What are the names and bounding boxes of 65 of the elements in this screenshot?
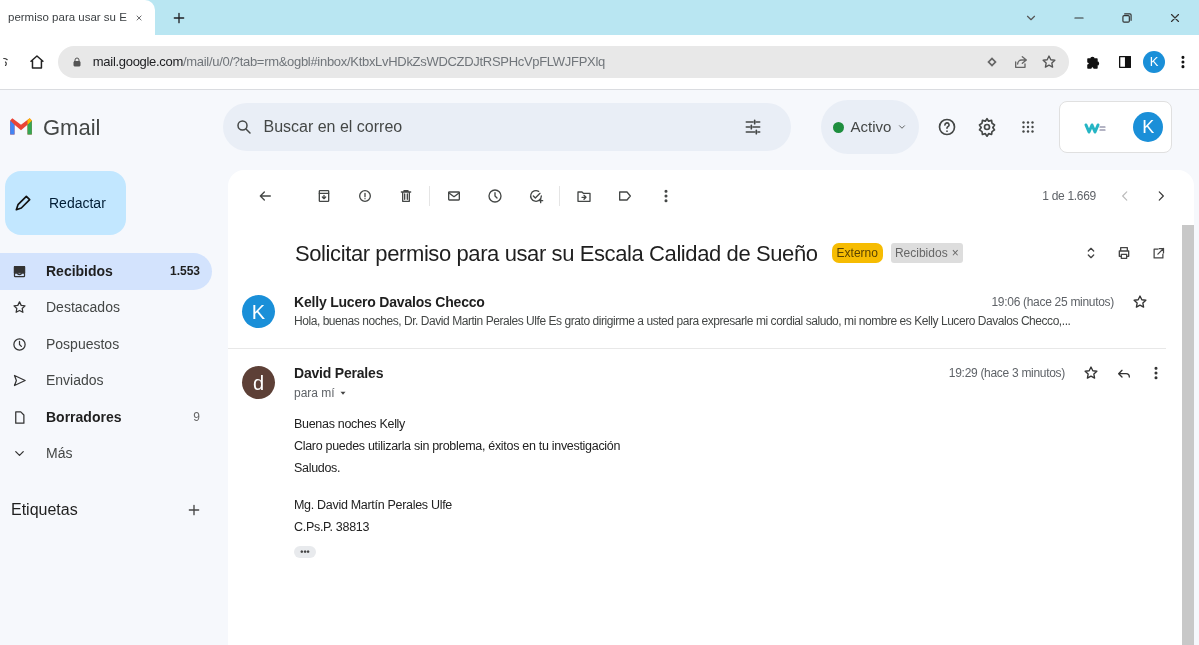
nav-item[interactable]: Borradores 9 (0, 399, 212, 436)
sender-name: David Perales (294, 363, 384, 383)
document-icon (12, 409, 27, 425)
clock-icon[interactable] (486, 188, 503, 204)
side-panel-icon[interactable] (1117, 54, 1134, 70)
message-time: 19:29 (hace 3 minutos) (948, 365, 1065, 382)
label-icon[interactable] (616, 188, 633, 204)
profile-avatar[interactable]: K (1143, 51, 1166, 73)
move-icon[interactable] (575, 188, 592, 204)
app-name: Gmail (43, 113, 101, 142)
settings-icon[interactable] (977, 117, 998, 137)
sender-name: Kelly Lucero Davalos Checco (294, 292, 485, 312)
spam-icon[interactable] (356, 188, 373, 204)
body-text: C.Ps.P. 38813 (294, 519, 370, 536)
address-bar[interactable]: mail.google.com/mail/u/0/?tab=rm&ogbl#inbox/KtbxLvHDkZsWDCZDJtRSPHcVpFLWJFPXlq (57, 46, 1070, 78)
search-field[interactable]: Buscar en el correo (263, 115, 744, 139)
url-text: mail.google.com/mail/u/0/?tab=rm&ogbl#inbox/KtbxLvHDkZsWDCZDJtRSPHcVpFLWJFPXlq (92, 53, 605, 72)
star-icon (12, 300, 27, 316)
help-icon[interactable] (937, 117, 958, 137)
mail-icon[interactable] (445, 188, 462, 204)
search-bar[interactable]: Buscar en el correo (223, 103, 792, 151)
message-preview: Hola, buenas noches, Dr. David Martin Perales Ulfe Es grato dirigirme a usted para expresarle mi cordial saludo, mi nombre es Kelly Lucero Davalos Checco,... (294, 313, 1072, 330)
nav-item[interactable]: Enviados (0, 362, 212, 399)
search-icon (235, 118, 254, 136)
star-icon[interactable] (1041, 54, 1058, 70)
star-icon[interactable] (1083, 365, 1099, 381)
recipient-dropdown[interactable]: para mí (294, 385, 348, 401)
browser-tab[interactable]: permiso para usar su E (0, 0, 155, 35)
star-icon[interactable] (1132, 294, 1148, 310)
scrollbar[interactable] (1182, 225, 1194, 645)
compose-button[interactable]: Redactar (5, 171, 126, 235)
message-time: 19:06 (hace 25 minutos) (991, 294, 1114, 311)
home-icon[interactable] (27, 53, 46, 71)
account-button[interactable]: K (1059, 101, 1173, 153)
share-icon[interactable] (1013, 54, 1030, 70)
add-label-icon[interactable] (186, 502, 202, 518)
external-badge: Externo (831, 243, 883, 263)
print-icon[interactable] (1116, 245, 1132, 261)
nav-item[interactable]: Más (0, 435, 212, 472)
nav-item[interactable]: Recibidos 1.553 (0, 253, 212, 290)
body-text: Claro puedes utilizarla sin problema, éxitos en tu investigación (294, 438, 621, 455)
lock-icon (70, 56, 83, 68)
caret-icon (897, 122, 908, 132)
sender-avatar: K (242, 295, 275, 328)
nav-item[interactable]: Destacados (0, 289, 212, 326)
email-subject: Solicitar permiso para usar su Escala Calidad de Sueño (295, 239, 818, 268)
show-trimmed-button[interactable]: ••• (294, 546, 316, 558)
body-text: Mg. David Martín Perales Ulfe (294, 497, 453, 514)
sender-avatar: d (242, 366, 275, 399)
pencil-icon (13, 193, 33, 213)
restore-icon[interactable] (1120, 10, 1134, 25)
section-heading: Etiquetas (11, 500, 79, 520)
label-chip[interactable]: Recibidos × (890, 243, 963, 263)
send-icon (12, 373, 27, 389)
account-avatar: K (1133, 112, 1164, 142)
open-new-window-icon[interactable] (1151, 245, 1166, 261)
inbox-icon (12, 263, 27, 279)
status-button[interactable]: Activo (821, 100, 920, 154)
add-task-icon[interactable] (527, 188, 544, 204)
body-text: Buenas noches Kelly (294, 416, 406, 433)
tab-title: permiso para usar su E (8, 9, 127, 25)
pager-text: 1 de 1.669 (1042, 188, 1096, 205)
clock-icon (12, 336, 27, 352)
nav-item[interactable]: Pospuestos (0, 326, 212, 363)
body-text: Saludos. (294, 460, 341, 477)
